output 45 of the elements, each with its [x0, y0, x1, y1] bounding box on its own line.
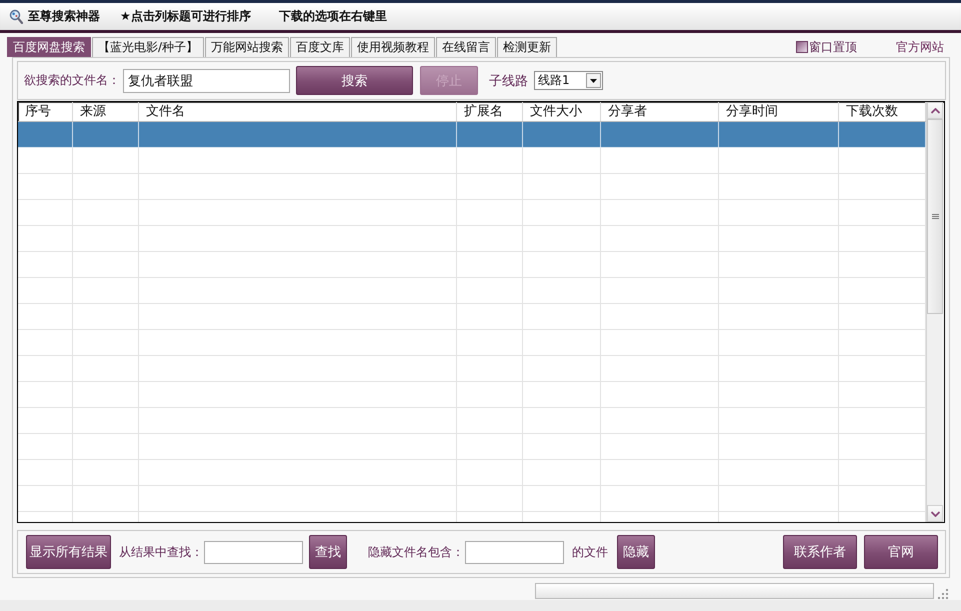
checkbox-icon[interactable]: [796, 41, 808, 53]
hide-button[interactable]: 隐藏: [617, 535, 655, 569]
official-site-link[interactable]: 官方网站: [896, 38, 944, 56]
column-header[interactable]: 扩展名: [457, 102, 523, 121]
hide-suffix-label: 的文件: [572, 544, 608, 560]
magnifier-icon: [9, 9, 23, 24]
hint-text: 下载的选项在右键里: [278, 8, 387, 25]
tab[interactable]: 百度网盘搜索: [7, 37, 91, 57]
tab[interactable]: 百度文库: [290, 37, 350, 57]
scroll-down-button[interactable]: [927, 505, 943, 522]
column-header[interactable]: 文件大小: [523, 102, 601, 121]
column-header[interactable]: 分享时间: [719, 102, 839, 121]
route-select[interactable]: 线路1: [534, 71, 603, 90]
grip-icon: [932, 214, 938, 219]
caret-up-icon: [930, 108, 940, 114]
find-label: 从结果中查找：: [119, 544, 203, 560]
app-title: 至尊搜索神器: [28, 8, 100, 25]
resize-grip-icon: [938, 588, 948, 598]
scrollbar-thumb[interactable]: [927, 119, 943, 314]
table-row[interactable]: [18, 122, 926, 148]
stay-on-top-checkbox[interactable]: 窗口置顶: [796, 38, 857, 56]
find-input[interactable]: [204, 540, 303, 564]
hide-input[interactable]: [465, 540, 564, 564]
caret-down-icon: [930, 510, 940, 516]
column-header[interactable]: 文件名: [139, 102, 457, 121]
column-header[interactable]: 序号: [18, 102, 73, 121]
tab[interactable]: 在线留言: [436, 37, 496, 57]
filename-input[interactable]: 复仇者联盟: [123, 68, 290, 92]
route-label: 子线路: [489, 72, 528, 90]
tab[interactable]: 使用视频教程: [351, 37, 436, 57]
column-header[interactable]: 来源: [73, 102, 139, 121]
hide-label: 隐藏文件名包含：: [368, 544, 464, 560]
show-all-button[interactable]: 显示所有结果: [26, 535, 111, 569]
official-site-button[interactable]: 官网: [864, 535, 938, 569]
filename-label: 欲搜索的文件名：: [24, 72, 120, 89]
contact-author-button[interactable]: 联系作者: [783, 535, 857, 569]
tab[interactable]: 万能网站搜索: [205, 37, 290, 57]
column-header[interactable]: 分享者: [601, 102, 719, 121]
hint-text: ★点击列标题可进行排序: [120, 8, 251, 25]
find-button[interactable]: 查找: [309, 535, 347, 569]
search-button[interactable]: 搜索: [296, 66, 413, 95]
caret-down-icon: [586, 73, 601, 88]
scroll-up-button[interactable]: [927, 102, 943, 119]
tab[interactable]: 【蓝光电影/种子】: [92, 37, 204, 57]
tab[interactable]: 检测更新: [497, 37, 558, 57]
